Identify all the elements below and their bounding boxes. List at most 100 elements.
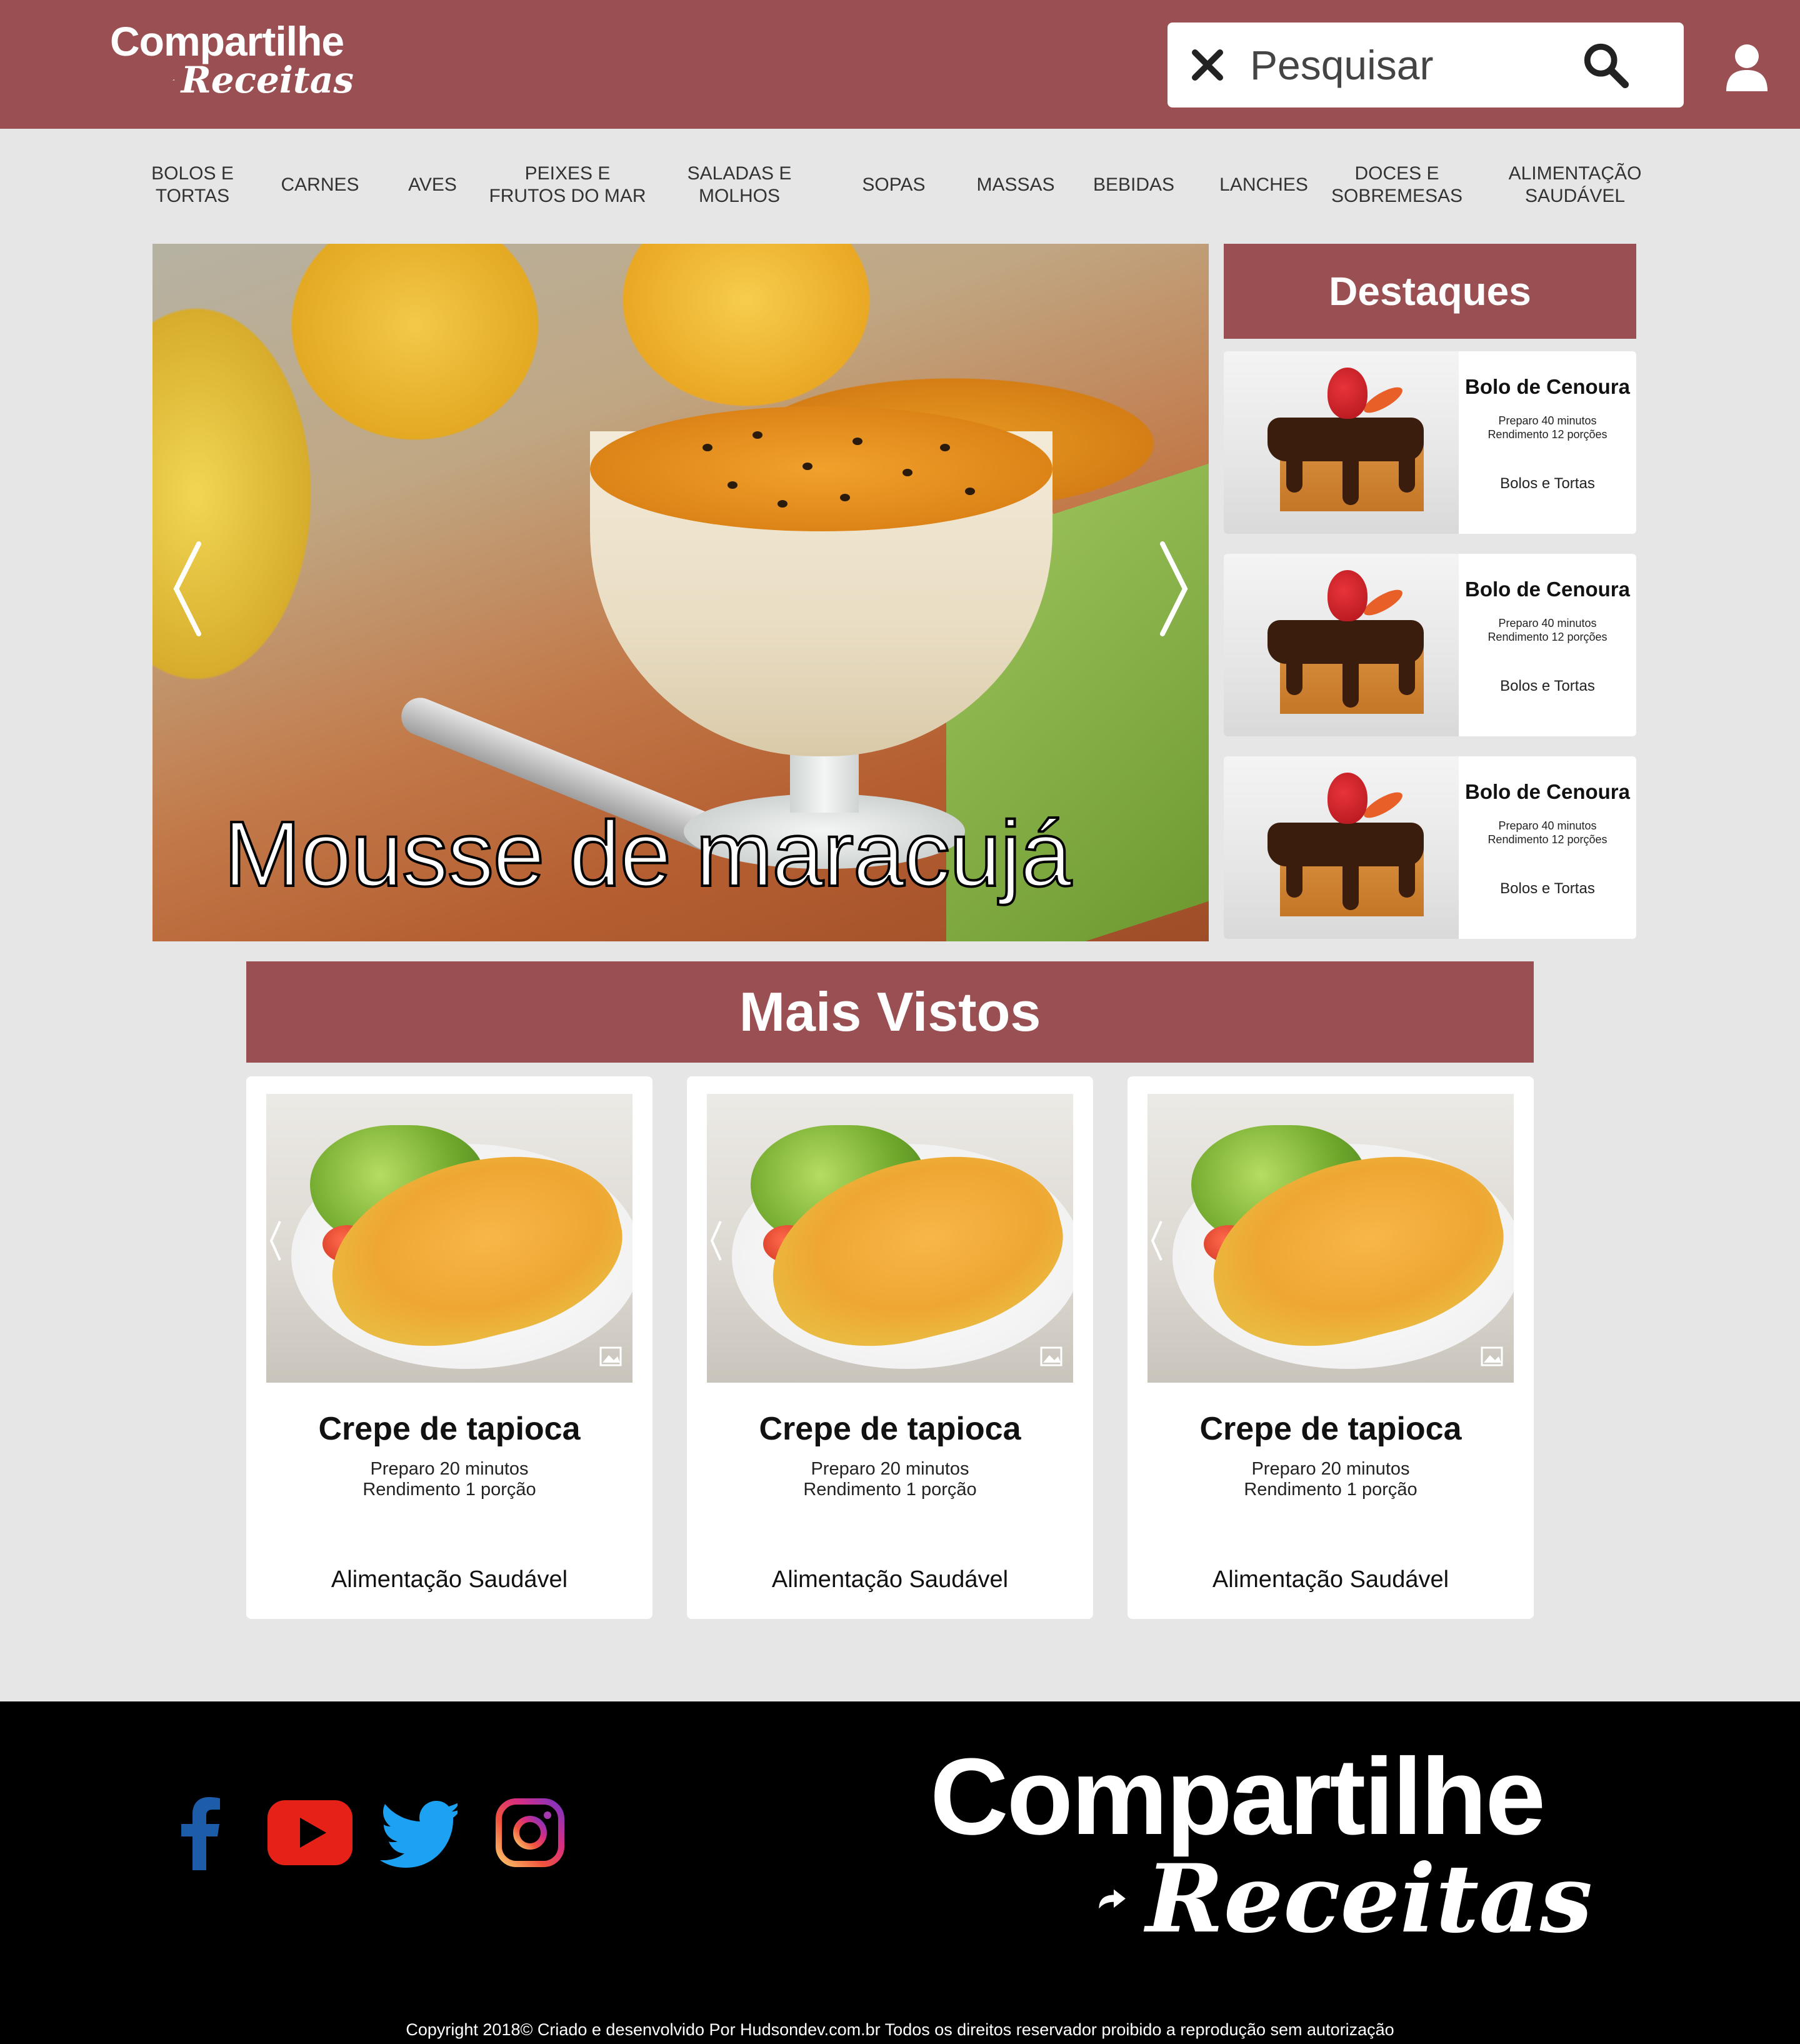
logo-line2-wrap: Receitas (172, 61, 354, 99)
image-icon (599, 1346, 622, 1366)
destaque-category[interactable]: Bolos e Tortas (1459, 678, 1636, 695)
footer-logo[interactable]: Compartilhe Receitas (930, 1740, 1592, 1950)
twitter-icon[interactable] (380, 1795, 458, 1870)
user-icon[interactable] (1725, 44, 1769, 91)
footer-logo-line2: Receitas (1146, 1844, 1592, 1954)
nav-label: MOLHOS (698, 186, 781, 206)
category-nav: BOLOS E TORTAS CARNES AVES PEIXES E FRUTOS… (0, 129, 1800, 241)
nav-item-lanches[interactable]: LANCHES (1214, 174, 1314, 196)
seed (728, 481, 738, 489)
hero-photo-passionfruit-topping (590, 406, 1052, 531)
nav-label: TORTAS (155, 186, 230, 206)
destaque-card[interactable]: Bolo de Cenoura Preparo 40 minutos Rendi… (1224, 554, 1636, 736)
nav-item-peixes[interactable]: PEIXES E FRUTOS DO MAR (485, 163, 650, 208)
recipe-category[interactable]: Alimentação Saudável (687, 1566, 1093, 1593)
nav-label: LANCHES (1219, 174, 1308, 195)
clear-search-icon[interactable] (1189, 46, 1226, 84)
destaque-meta: Preparo 40 minutos Rendimento 12 porções (1459, 414, 1636, 441)
nav-label: FRUTOS DO MAR (489, 186, 646, 206)
site-logo[interactable]: Compartilhe Receitas (110, 19, 354, 100)
destaque-category[interactable]: Bolos e Tortas (1459, 880, 1636, 898)
chevron-left-icon[interactable] (1150, 1219, 1164, 1263)
destaque-rendimento: Rendimento 12 porções (1488, 428, 1608, 441)
recipe-category[interactable]: Alimentação Saudável (246, 1566, 652, 1593)
hero-carousel[interactable]: Mousse de maracujá (152, 244, 1209, 941)
destaque-text: Bolo de Cenoura Preparo 40 minutos Rendi… (1459, 554, 1636, 736)
image-icon (1040, 1346, 1062, 1366)
destaque-preparo: Preparo 40 minutos (1498, 819, 1597, 832)
recipe-category[interactable]: Alimentação Saudável (1128, 1566, 1534, 1593)
seed (802, 463, 812, 470)
nav-label: SOBREMESAS (1331, 186, 1463, 206)
seed (965, 488, 975, 495)
nav-label: CARNES (281, 174, 359, 195)
destaque-meta: Preparo 40 minutos Rendimento 12 porções (1459, 616, 1636, 644)
youtube-icon[interactable] (268, 1800, 352, 1865)
search-box (1168, 23, 1684, 108)
copyright-text: Copyright 2018© Criado e desenvolvido Po… (406, 2020, 1394, 2039)
recipe-title: Crepe de tapioca (759, 1411, 1021, 1447)
nav-label: ALIMENTAÇÃO (1508, 163, 1642, 184)
nav-item-sopas[interactable]: SOPAS (850, 174, 938, 196)
nav-item-saladas[interactable]: SALADAS E MOLHOS (674, 163, 805, 208)
recipe-meta: Preparo 20 minutos Rendimento 1 porção (246, 1459, 652, 1500)
nav-label: BEBIDAS (1092, 174, 1175, 195)
seed (852, 438, 862, 445)
nav-label: PEIXES E (524, 163, 611, 184)
recipe-card[interactable]: Crepe de tapioca Preparo 20 minutos Rend… (246, 1076, 652, 1619)
destaque-preparo: Preparo 40 minutos (1498, 617, 1597, 629)
site-header: Compartilhe Receitas (0, 0, 1800, 129)
carousel-prev-icon[interactable] (170, 539, 205, 639)
destaque-text: Bolo de Cenoura Preparo 40 minutos Rendi… (1459, 351, 1636, 534)
destaque-category[interactable]: Bolos e Tortas (1459, 475, 1636, 493)
seed (778, 500, 788, 508)
site-footer: Compartilhe Receitas Copyright 2018© Cri… (0, 1701, 1800, 2044)
nav-label: AVES (408, 174, 457, 195)
recipe-image (1148, 1094, 1514, 1383)
nav-item-doces[interactable]: DOCES E SOBREMESAS (1325, 163, 1469, 208)
destaque-image (1224, 351, 1459, 534)
cake-illustration (1268, 773, 1424, 916)
seed (840, 494, 850, 501)
recipe-preparo: Preparo 20 minutos (811, 1459, 969, 1479)
recipe-card[interactable]: Crepe de tapioca Preparo 20 minutos Rend… (687, 1076, 1093, 1619)
search-input[interactable] (1250, 41, 1575, 89)
instagram-icon[interactable] (495, 1798, 565, 1868)
chevron-left-icon[interactable] (709, 1219, 723, 1263)
nav-label: BOLOS E (151, 163, 234, 184)
search-icon[interactable] (1581, 41, 1630, 89)
nav-label: DOCES E (1354, 163, 1439, 184)
recipe-meta: Preparo 20 minutos Rendimento 1 porção (687, 1459, 1093, 1500)
destaque-title: Bolo de Cenoura (1464, 375, 1631, 398)
nav-label: MASSAS (976, 174, 1055, 195)
destaque-card[interactable]: Bolo de Cenoura Preparo 40 minutos Rendi… (1224, 756, 1636, 939)
destaque-image (1224, 554, 1459, 736)
destaque-title: Bolo de Cenoura (1464, 780, 1631, 803)
cake-illustration (1268, 570, 1424, 714)
nav-item-carnes[interactable]: CARNES (270, 174, 370, 196)
logo-line1: Compartilhe (110, 18, 344, 64)
recipe-card[interactable]: Crepe de tapioca Preparo 20 minutos Rend… (1128, 1076, 1534, 1619)
nav-label: SAUDÁVEL (1524, 186, 1626, 206)
seed (940, 444, 950, 451)
nav-item-alimentacao[interactable]: ALIMENTAÇÃO SAUDÁVEL (1494, 163, 1656, 208)
nav-item-bolos-e-tortas[interactable]: BOLOS E TORTAS (142, 163, 242, 208)
nav-item-massas[interactable]: MASSAS (969, 174, 1062, 196)
facebook-icon[interactable] (178, 1795, 222, 1870)
destaque-rendimento: Rendimento 12 porções (1488, 631, 1608, 643)
destaques-heading: Destaques (1224, 244, 1636, 339)
carousel-next-icon[interactable] (1156, 539, 1191, 639)
recipe-rendimento: Rendimento 1 porção (1244, 1480, 1418, 1500)
nav-item-bebidas[interactable]: BEBIDAS (1085, 174, 1182, 196)
recipe-image (266, 1094, 632, 1383)
recipe-title: Crepe de tapioca (1199, 1411, 1462, 1447)
seed (702, 444, 712, 451)
nav-item-aves[interactable]: AVES (395, 174, 470, 196)
image-icon (1481, 1346, 1503, 1366)
recipe-rendimento: Rendimento 1 porção (803, 1480, 977, 1500)
nav-label: SOPAS (862, 174, 926, 195)
chevron-left-icon[interactable] (269, 1219, 282, 1263)
hero-title[interactable]: Mousse de maracujá (222, 801, 1073, 908)
destaque-card[interactable]: Bolo de Cenoura Preparo 40 minutos Rendi… (1224, 351, 1636, 534)
destaque-title: Bolo de Cenoura (1464, 578, 1631, 601)
